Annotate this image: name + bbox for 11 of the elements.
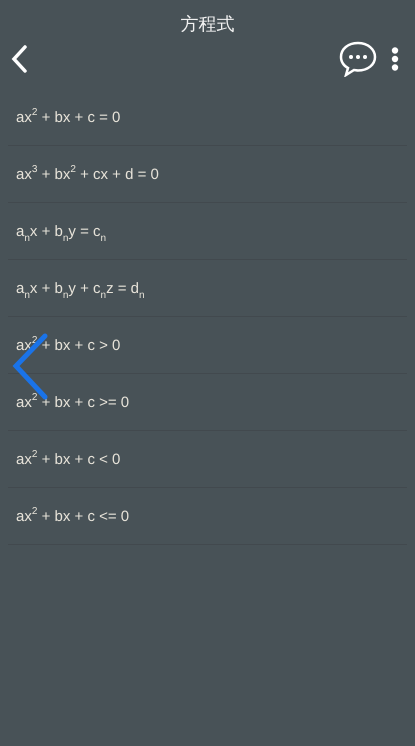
equation-list-item[interactable]: ax$^{2}$ + bx + c <= 0 <box>8 488 407 545</box>
screen-title: 方程式 <box>180 13 236 37</box>
chat-bubble-icon[interactable] <box>339 41 377 77</box>
more-menu-icon[interactable] <box>391 47 399 71</box>
equation-list-item[interactable]: a$_{n}$x + b$_{n}$y + c$_{n}$z = d$_{n}$ <box>8 260 407 317</box>
equation-list-item[interactable]: ax$^{2}$ + bx + c = 0 <box>8 89 407 146</box>
back-button[interactable] <box>10 45 28 73</box>
equation-list-item[interactable]: ax$^{2}$ + bx + c >= 0 <box>8 374 407 431</box>
equation-list-item[interactable]: ax$^{2}$ + bx + c < 0 <box>8 431 407 488</box>
equation-list-item[interactable]: a$_{n}$x + b$_{n}$y = c$_{n}$ <box>8 203 407 260</box>
equation-list-item[interactable]: ax$^{3}$ + bx$^{2}$ + cx + d = 0 <box>8 146 407 203</box>
